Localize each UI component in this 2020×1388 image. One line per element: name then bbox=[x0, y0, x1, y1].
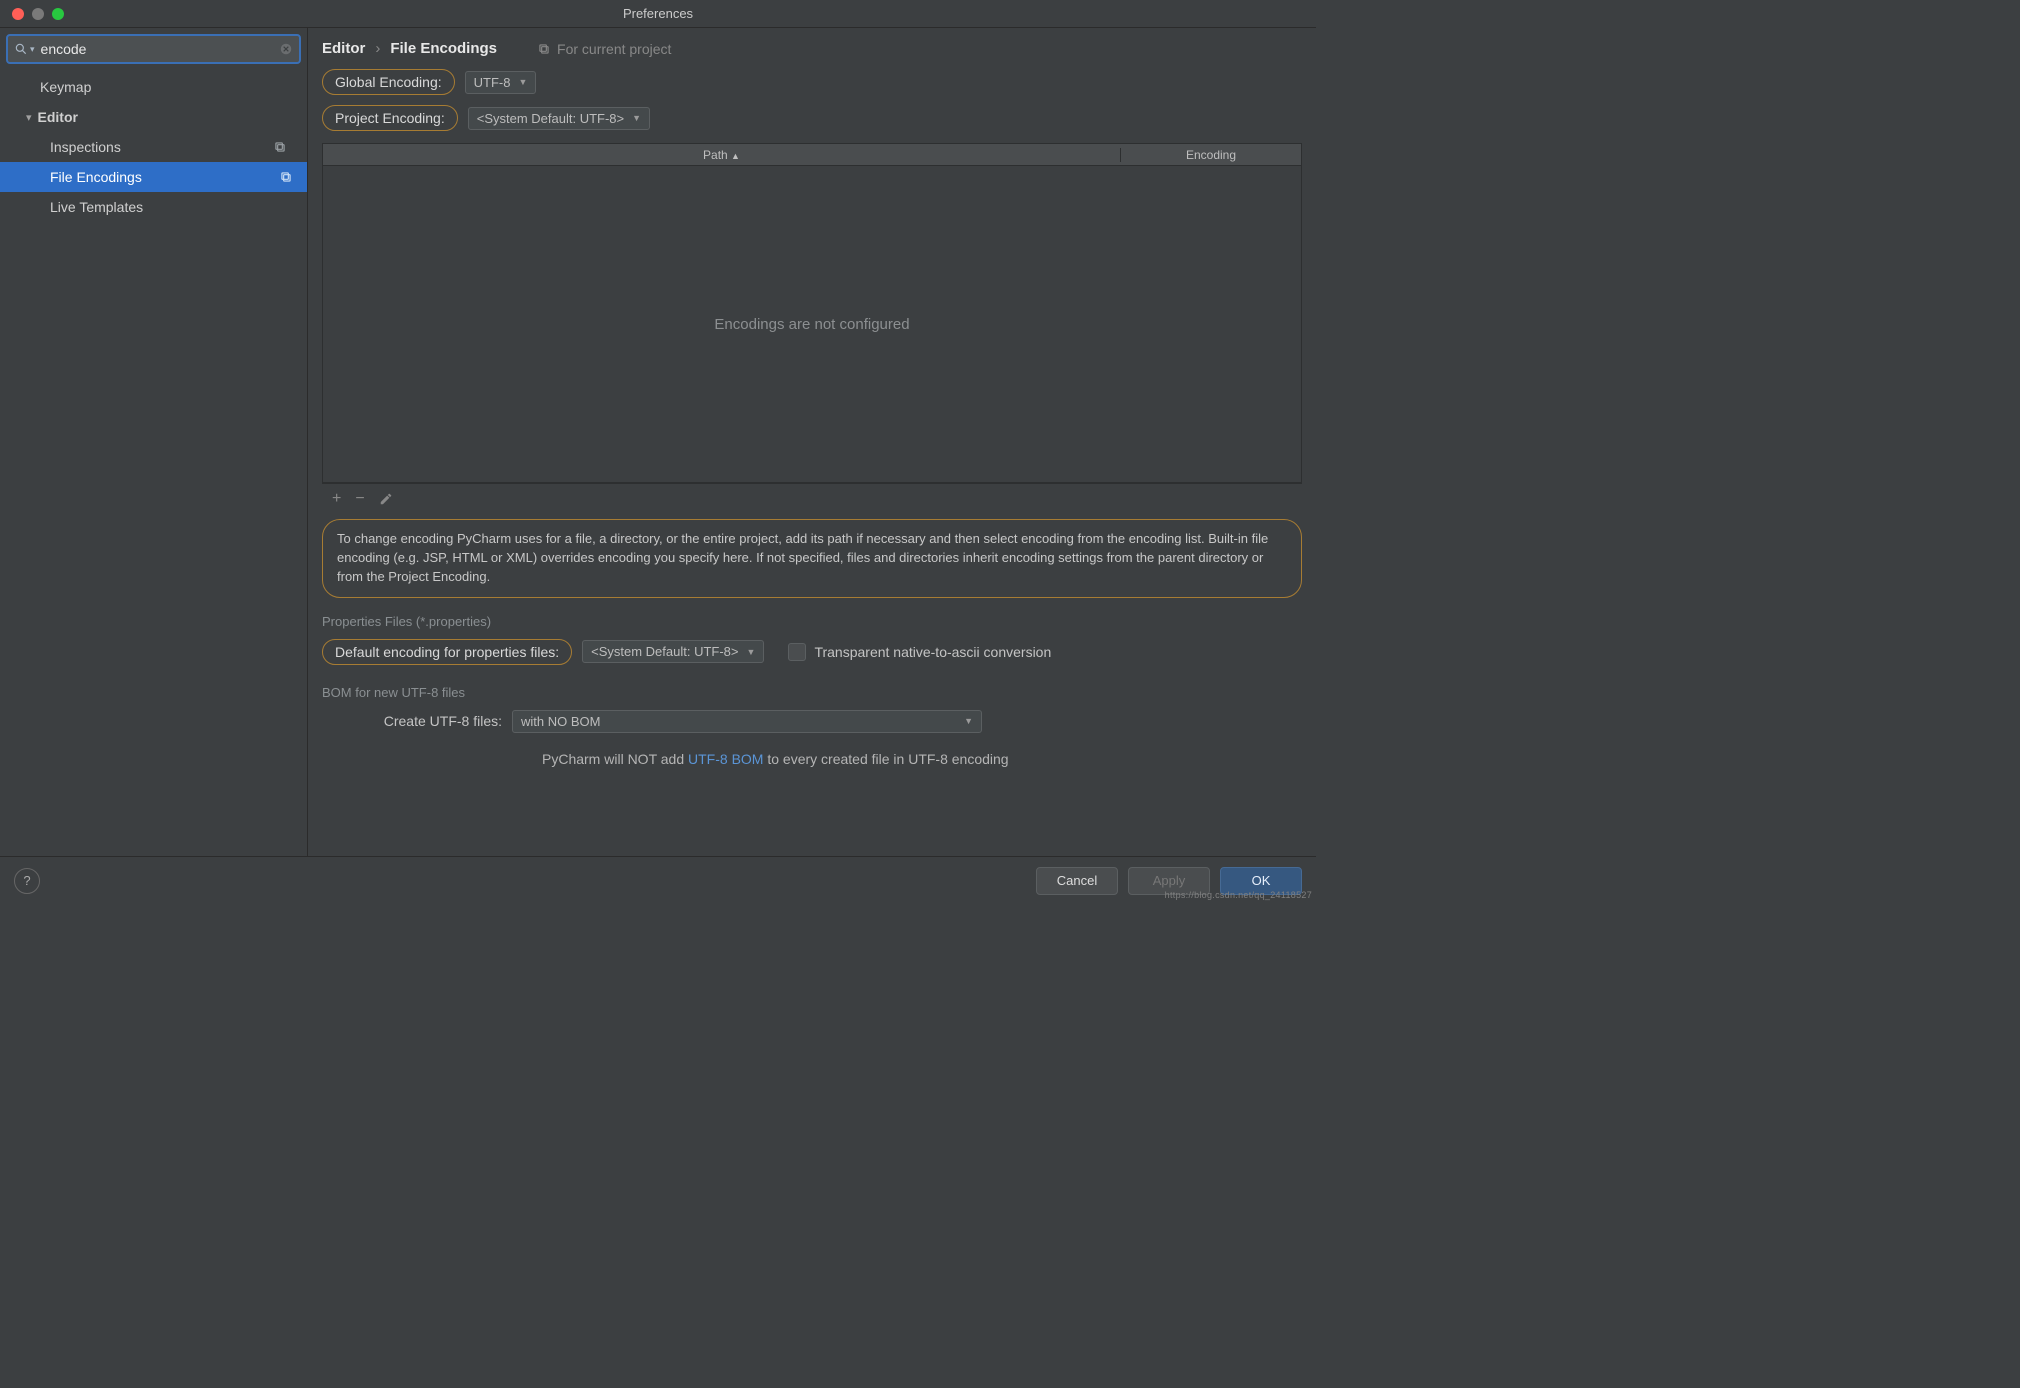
select-value: <System Default: UTF-8> bbox=[591, 644, 738, 659]
titlebar: Preferences bbox=[0, 0, 1316, 28]
minimize-window-icon[interactable] bbox=[32, 8, 44, 20]
remove-button[interactable]: − bbox=[355, 490, 364, 508]
global-encoding-select[interactable]: UTF-8 ▼ bbox=[465, 71, 537, 94]
transparent-ascii-checkbox[interactable] bbox=[788, 643, 806, 661]
sidebar-item-live-templates[interactable]: Live Templates bbox=[6, 192, 301, 222]
search-wrap[interactable]: ▾ bbox=[6, 34, 301, 64]
breadcrumb-leaf: File Encodings bbox=[390, 40, 497, 57]
create-utf8-select[interactable]: with NO BOM ▼ bbox=[512, 710, 982, 733]
window-title: Preferences bbox=[0, 6, 1316, 21]
column-header-path[interactable]: Path ▲ bbox=[323, 148, 1121, 162]
close-window-icon[interactable] bbox=[12, 8, 24, 20]
sidebar-item-label: Keymap bbox=[40, 79, 91, 95]
sidebar-item-inspections[interactable]: Inspections bbox=[6, 132, 301, 162]
sidebar-item-file-encodings[interactable]: File Encodings bbox=[0, 162, 307, 192]
breadcrumb-scope: For current project bbox=[537, 41, 671, 57]
scope-icon bbox=[537, 42, 551, 56]
chevron-down-icon: ▼ bbox=[518, 77, 527, 87]
traffic-lights bbox=[0, 8, 64, 20]
clear-search-icon[interactable] bbox=[279, 42, 293, 56]
scope-icon bbox=[273, 140, 287, 154]
sidebar-item-label: Inspections bbox=[50, 139, 121, 155]
chevron-right-icon: › bbox=[375, 40, 380, 57]
sidebar: ▾ Keymap Editor Inspections File Encodin… bbox=[0, 28, 308, 856]
sidebar-item-editor[interactable]: Editor bbox=[6, 102, 301, 132]
select-value: with NO BOM bbox=[521, 714, 600, 729]
global-encoding-label: Global Encoding: bbox=[322, 69, 455, 95]
encodings-table: Path ▲ Encoding Encodings are not config… bbox=[322, 143, 1302, 483]
chevron-down-icon: ▼ bbox=[632, 113, 641, 123]
sidebar-item-label: Live Templates bbox=[50, 199, 143, 215]
content-pane: Editor › File Encodings For current proj… bbox=[308, 28, 1316, 856]
maximize-window-icon[interactable] bbox=[52, 8, 64, 20]
help-button[interactable]: ? bbox=[14, 868, 40, 894]
sort-asc-icon: ▲ bbox=[731, 151, 740, 161]
bom-info-line: PyCharm will NOT add UTF-8 BOM to every … bbox=[542, 751, 1302, 767]
default-properties-encoding-select[interactable]: <System Default: UTF-8> ▼ bbox=[582, 640, 764, 663]
search-icon bbox=[14, 42, 28, 56]
scope-icon bbox=[279, 170, 293, 184]
chevron-down-icon: ▼ bbox=[964, 716, 973, 726]
project-encoding-select[interactable]: <System Default: UTF-8> ▼ bbox=[468, 107, 650, 130]
table-empty-state: Encodings are not configured bbox=[323, 166, 1301, 482]
cancel-button[interactable]: Cancel bbox=[1036, 867, 1118, 895]
default-properties-encoding-label: Default encoding for properties files: bbox=[322, 639, 572, 665]
help-text: To change encoding PyCharm uses for a fi… bbox=[322, 519, 1302, 598]
breadcrumb-root[interactable]: Editor bbox=[322, 40, 365, 57]
add-button[interactable]: + bbox=[332, 490, 341, 508]
sidebar-item-keymap[interactable]: Keymap bbox=[6, 72, 301, 102]
sidebar-item-label: Editor bbox=[38, 109, 78, 125]
search-input[interactable] bbox=[35, 41, 279, 57]
utf8-bom-link[interactable]: UTF-8 BOM bbox=[688, 751, 763, 767]
breadcrumb: Editor › File Encodings For current proj… bbox=[322, 40, 1302, 57]
properties-section-label: Properties Files (*.properties) bbox=[322, 614, 1302, 629]
edit-button[interactable] bbox=[379, 492, 393, 506]
footer: ? Cancel Apply OK bbox=[0, 856, 1316, 904]
project-encoding-label: Project Encoding: bbox=[322, 105, 458, 131]
column-header-encoding[interactable]: Encoding bbox=[1121, 148, 1301, 162]
create-utf8-label: Create UTF-8 files: bbox=[322, 713, 502, 729]
bom-section-label: BOM for new UTF-8 files bbox=[322, 685, 1302, 700]
sidebar-item-label: File Encodings bbox=[50, 169, 142, 185]
select-value: UTF-8 bbox=[474, 75, 511, 90]
select-value: <System Default: UTF-8> bbox=[477, 111, 624, 126]
table-toolbar: + − bbox=[322, 483, 1302, 513]
chevron-down-icon: ▼ bbox=[747, 647, 756, 657]
watermark: https://blog.csdn.net/qq_24118527 bbox=[1165, 890, 1312, 900]
transparent-ascii-label: Transparent native-to-ascii conversion bbox=[814, 644, 1051, 660]
